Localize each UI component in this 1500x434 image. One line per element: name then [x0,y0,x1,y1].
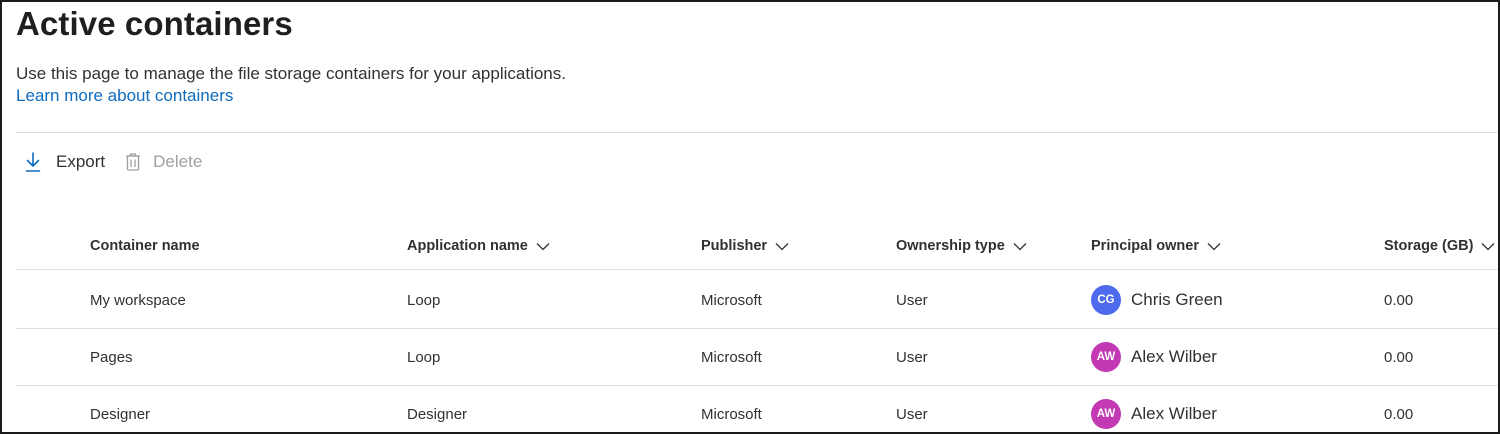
ownership-type-cell: User [896,405,928,423]
trash-icon [126,153,141,171]
chevron-down-icon [1207,242,1221,250]
column-header-storage[interactable]: Storage (GB) [1384,223,1495,269]
application-name-cell: Loop [407,348,441,366]
application-name-cell: Designer [407,405,468,423]
chevron-down-icon [1013,242,1027,250]
delete-label: Delete [153,152,203,171]
export-button[interactable]: Export [24,151,105,173]
owner-name: Chris Green [1131,290,1223,309]
avatar: AW [1091,399,1121,429]
column-header-principal-owner[interactable]: Principal owner [1091,223,1221,269]
table-header: Container name Application name Publishe… [16,223,1498,270]
chevron-down-icon [1481,242,1495,250]
principal-owner-cell: AW Alex Wilber [1091,386,1217,432]
page-description: Use this page to manage the file storage… [16,64,566,83]
principal-owner-cell: CG Chris Green [1091,272,1223,328]
column-header-application-name[interactable]: Application name [407,223,550,269]
header-divider [16,132,1498,133]
download-arrow-icon [25,152,41,172]
table-row[interactable]: My workspace Loop Microsoft User CG Chri… [16,272,1498,329]
container-name-cell: Pages [90,348,133,366]
column-header-container-name[interactable]: Container name [90,223,200,269]
column-header-publisher[interactable]: Publisher [701,223,789,269]
delete-button[interactable]: Delete [125,152,202,172]
page-title: Active containers [16,5,293,42]
table-row[interactable]: Pages Loop Microsoft User AW Alex Wilber… [16,329,1498,386]
column-header-ownership-type[interactable]: Ownership type [896,223,1027,269]
storage-cell: 0.00 [1384,348,1414,366]
active-containers-page: Active containers Use this page to manag… [0,0,1500,434]
application-name-cell: Loop [407,291,441,309]
publisher-cell: Microsoft [701,348,762,366]
chevron-down-icon [536,242,550,250]
ownership-type-cell: User [896,291,928,309]
ownership-type-cell: User [896,348,928,366]
publisher-cell: Microsoft [701,405,762,423]
storage-cell: 0.00 [1384,291,1414,309]
owner-name: Alex Wilber [1131,404,1217,423]
command-bar: Export Delete [24,148,222,176]
storage-cell: 0.00 [1384,405,1414,423]
learn-more-link[interactable]: Learn more about containers [16,86,233,106]
chevron-down-icon [775,242,789,250]
publisher-cell: Microsoft [701,291,762,309]
avatar: CG [1091,285,1121,315]
avatar: AW [1091,342,1121,372]
table-row[interactable]: Designer Designer Microsoft User AW Alex… [16,386,1498,432]
export-label: Export [56,152,106,171]
principal-owner-cell: AW Alex Wilber [1091,329,1217,385]
owner-name: Alex Wilber [1131,347,1217,366]
container-name-cell: Designer [90,405,151,423]
container-name-cell: My workspace [90,291,186,309]
